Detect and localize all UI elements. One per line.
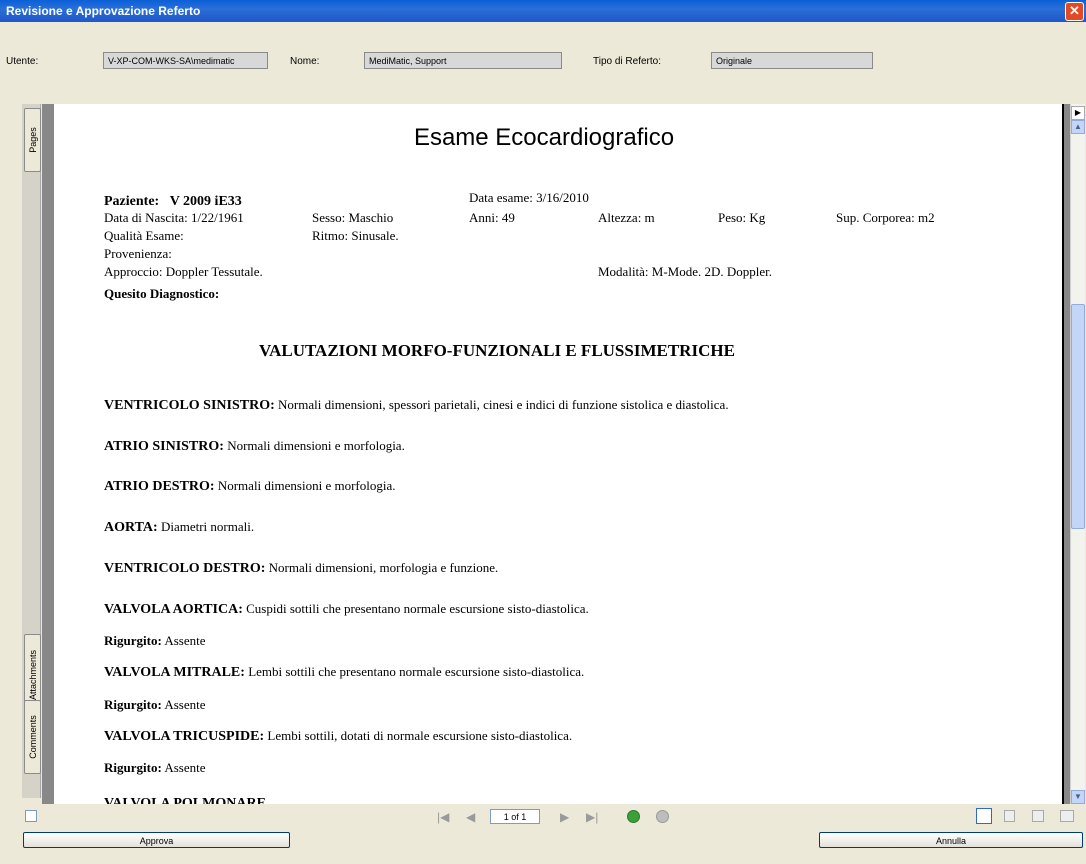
tab-attachments-label: Attachments (27, 649, 38, 701)
finding-value: Normali dimensioni e morfologia. (227, 438, 405, 453)
body-surface: Sup. Corporea: m2 (836, 210, 935, 225)
finding-value: Lembi sottili che presentano normale esc… (248, 664, 585, 679)
finding-row: VENTRICOLO DESTRO: Normali dimensioni, m… (104, 560, 498, 577)
forward-icon[interactable] (656, 810, 669, 823)
side-tab-strip: Pages Attachments Comments (22, 104, 41, 798)
last-page-icon[interactable]: ▶| (586, 810, 598, 824)
finding-row: VALVOLA MITRALE: Lembi sottili che prese… (104, 664, 584, 681)
finding-key: VALVOLA MITRALE: (104, 665, 245, 680)
scroll-thumb[interactable] (1071, 304, 1085, 529)
finding-value: Diametri normali. (160, 519, 255, 534)
diagnostic-question: Quesito Diagnostico: (104, 286, 220, 301)
page-number-field[interactable]: 1 of 1 (490, 809, 540, 824)
tab-pages[interactable]: Pages (24, 108, 41, 172)
single-page-view-icon[interactable] (976, 808, 992, 824)
finding-row: AORTA: Diametri normali. (104, 519, 254, 536)
finding-value: Normali dimensioni e morfologia. (217, 478, 396, 493)
facing-view-icon[interactable] (1032, 810, 1044, 822)
sex: Sesso: Maschio (312, 210, 394, 225)
finding-key: VALVOLA POLMONARE (104, 796, 266, 804)
section-title: VALUTAZIONI MORFO-FUNZIONALI E FLUSSIMET… (259, 341, 735, 360)
tab-comments[interactable]: Comments (24, 700, 41, 774)
patient-value: V 2009 iE33 (169, 194, 242, 209)
finding-key: ATRIO DESTRO: (104, 479, 215, 494)
bottom-bar: |◀ ◀ 1 of 1 ▶ ▶| Approva Annulla (0, 806, 1086, 864)
finding-row: Rigurgito: Assente (104, 697, 206, 713)
report-title: Esame Ecocardiografico (413, 124, 675, 151)
finding-row: VENTRICOLO SINISTRO: Normali dimensioni,… (104, 397, 729, 414)
user-label: Utente: (6, 56, 39, 67)
finding-key: ATRIO SINISTRO: (104, 439, 224, 454)
window-title: Revisione e Approvazione Referto (6, 4, 201, 18)
finding-value: Normali dimensioni, spessori parietali, … (278, 397, 729, 412)
continuous-view-icon[interactable] (1004, 810, 1015, 822)
finding-value: Lembi sottili, dotati di normale escursi… (267, 728, 573, 743)
finding-key: Rigurgito: (104, 760, 162, 775)
expand-right-icon[interactable]: ▶ (1071, 106, 1085, 120)
close-button[interactable]: ✕ (1065, 2, 1084, 21)
finding-key: Rigurgito: (104, 697, 162, 712)
patient-label: Paziente: (104, 194, 160, 209)
first-page-icon[interactable]: |◀ (437, 810, 449, 824)
panel-toggle-icon[interactable] (25, 810, 37, 822)
title-bar: Revisione e Approvazione Referto ✕ (0, 0, 1086, 22)
finding-row: ATRIO DESTRO: Normali dimensioni e morfo… (104, 478, 395, 495)
name-label: Nome: (290, 56, 320, 67)
origin: Provenienza: (104, 246, 172, 261)
birth-date: Data di Nascita: 1/22/1961 (104, 210, 244, 225)
finding-value: Assente (164, 697, 206, 712)
vertical-scrollbar[interactable]: ▶ ▲ ▼ (1070, 104, 1085, 804)
scroll-up-icon[interactable]: ▲ (1071, 120, 1085, 134)
finding-value: Assente (164, 760, 206, 775)
tab-pages-label: Pages (27, 127, 38, 153)
weight: Peso: Kg (718, 210, 766, 225)
prev-page-icon[interactable]: ◀ (466, 810, 475, 824)
finding-value: Assente (164, 633, 206, 648)
finding-row: VALVOLA AORTICA: Cuspidi sottili che pre… (104, 601, 589, 618)
cancel-button[interactable]: Annulla (819, 832, 1083, 848)
rhythm: Ritmo: Sinusale. (312, 228, 399, 243)
info-bar: Utente: V-XP-COM-WKS-SA\medimatic Nome: … (0, 22, 1086, 102)
finding-key: VALVOLA AORTICA: (104, 602, 243, 617)
user-field: V-XP-COM-WKS-SA\medimatic (103, 52, 268, 69)
approach: Approccio: Doppler Tessutale. (104, 264, 263, 279)
exam-quality: Qualità Esame: (104, 228, 184, 243)
approve-button[interactable]: Approva (23, 832, 290, 848)
height: Altezza: m (598, 210, 655, 225)
type-field: Originale (711, 52, 873, 69)
age: Anni: 49 (469, 210, 515, 225)
tab-comments-label: Comments (27, 715, 38, 759)
exam-date: Data esame: 3/16/2010 (469, 190, 589, 205)
next-page-icon[interactable]: ▶ (560, 810, 569, 824)
modality: Modalità: M-Mode. 2D. Doppler. (598, 264, 773, 279)
scroll-down-icon[interactable]: ▼ (1071, 790, 1085, 804)
finding-row: VALVOLA TRICUSPIDE: Lembi sottili, dotat… (104, 728, 572, 745)
finding-key: AORTA: (104, 520, 158, 535)
back-icon[interactable] (627, 810, 640, 823)
type-label: Tipo di Referto: (593, 56, 661, 67)
report-page: Esame Ecocardiografico Paziente: V 2009 … (54, 104, 1064, 804)
finding-value: Cuspidi sottili che presentano normale e… (246, 601, 589, 616)
finding-row-partial: VALVOLA POLMONARE (104, 795, 266, 804)
finding-key: Rigurgito: (104, 633, 162, 648)
finding-key: VENTRICOLO DESTRO: (104, 561, 266, 576)
finding-row: Rigurgito: Assente (104, 760, 206, 776)
continuous-facing-view-icon[interactable] (1060, 810, 1074, 822)
document-viewer: Esame Ecocardiografico Paziente: V 2009 … (42, 104, 1070, 804)
name-field: MediMatic, Support (364, 52, 562, 69)
finding-value: Normali dimensioni, morfologia e funzion… (268, 560, 499, 575)
finding-key: VALVOLA TRICUSPIDE: (104, 729, 265, 744)
finding-row: ATRIO SINISTRO: Normali dimensioni e mor… (104, 438, 405, 455)
patient-line: Paziente: V 2009 iE33 (104, 194, 242, 210)
finding-row: Rigurgito: Assente (104, 633, 206, 649)
finding-key: VENTRICOLO SINISTRO: (104, 398, 275, 413)
